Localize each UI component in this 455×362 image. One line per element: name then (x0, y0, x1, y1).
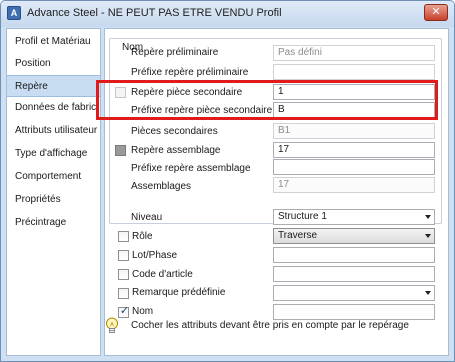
role-value: Traverse (278, 230, 318, 241)
pieces-secondaires-label: Pièces secondaires (131, 126, 218, 137)
sidebar-item-attributs-utilisateur[interactable]: Attributs utilisateur (7, 120, 100, 142)
sidebar-item-comportement[interactable]: Comportement (7, 166, 100, 188)
lot-phase-label: Lot/Phase (132, 250, 178, 261)
title-bar[interactable]: A Advance Steel - NE PEUT PAS ETRE VENDU… (1, 1, 454, 27)
chevron-down-icon (425, 291, 431, 295)
chevron-down-icon (425, 215, 431, 219)
sidebar-item-type-affichage[interactable]: Type d'affichage (7, 143, 100, 165)
code-article-label: Code d'article (132, 269, 193, 280)
sidebar-item-profil-materiau[interactable]: Profil et Matériau (7, 31, 100, 53)
info-text: Cocher les attributs devant être pris en… (131, 320, 409, 331)
dialog-window: A Advance Steel - NE PEUT PAS ETRE VENDU… (0, 0, 455, 362)
highlight-box (96, 80, 438, 120)
window-title: Advance Steel - NE PEUT PAS ETRE VENDU P… (27, 7, 282, 19)
repere-preliminaire-label: Repère préliminaire (131, 47, 219, 58)
nom-checkbox[interactable]: ✓ (118, 305, 130, 318)
repere-preliminaire-field: Pas défini (273, 45, 435, 61)
code-article-checkbox[interactable] (118, 269, 129, 280)
advance-steel-app-icon: A (7, 6, 21, 20)
niveau-label: Niveau (131, 212, 163, 223)
prefixe-repere-assemblage-label: Préfixe repère assemblage (131, 163, 251, 174)
role-dropdown[interactable]: Traverse (273, 228, 435, 244)
sidebar: Profil et Matériau Position Repère Donné… (6, 28, 101, 356)
remarque-predefinie-label: Remarque prédéfinie (132, 287, 226, 298)
lightbulb-icon (106, 317, 118, 333)
repere-assemblage-label: Repère assemblage (131, 145, 221, 156)
sidebar-item-donnees-fabrication[interactable]: Données de fabric... (7, 97, 100, 119)
remarque-predefinie-checkbox[interactable] (118, 288, 129, 299)
niveau-value: Structure 1 (278, 211, 327, 222)
remarque-predefinie-dropdown[interactable] (273, 285, 435, 301)
check-icon: ✓ (119, 305, 130, 317)
close-button[interactable]: ✕ (424, 4, 448, 21)
repere-assemblage-input[interactable]: 17 (273, 142, 435, 158)
lot-phase-input[interactable] (273, 247, 435, 263)
pieces-secondaires-field: B1 (273, 123, 435, 139)
assemblages-field: 17 (273, 177, 435, 193)
assemblages-label: Assemblages (131, 181, 192, 192)
prefixe-repere-preliminaire-field (273, 64, 435, 80)
role-label: Rôle (132, 231, 153, 242)
sidebar-item-proprietes[interactable]: Propriétés (7, 189, 100, 211)
prefixe-repere-assemblage-input[interactable] (273, 159, 435, 175)
sidebar-item-repere[interactable]: Repère (7, 75, 100, 97)
nom-input[interactable] (273, 304, 435, 320)
repere-assemblage-checkbox[interactable] (115, 145, 126, 156)
nom-label: Nom (132, 306, 154, 317)
chevron-down-icon (425, 234, 431, 238)
lot-phase-checkbox[interactable] (118, 250, 129, 261)
role-checkbox[interactable] (118, 231, 129, 242)
prefixe-repere-preliminaire-label: Préfixe repère préliminaire (131, 67, 249, 78)
niveau-dropdown[interactable]: Structure 1 (273, 209, 435, 225)
sidebar-item-precintrage[interactable]: Précintrage (7, 212, 100, 234)
code-article-input[interactable] (273, 266, 435, 282)
sidebar-item-position[interactable]: Position (7, 53, 100, 75)
